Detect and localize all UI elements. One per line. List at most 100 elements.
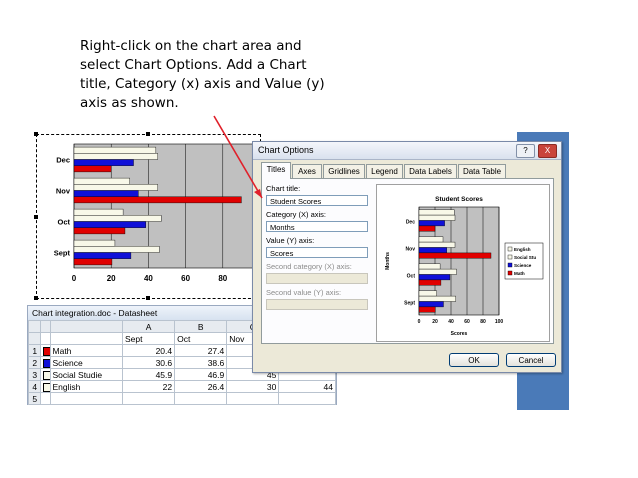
bar [418, 306, 436, 313]
data-cell[interactable]: 46.9 [174, 368, 228, 381]
legend-swatch [507, 270, 513, 276]
legend-entry: Social Stu [514, 255, 536, 260]
series-swatch-icon [43, 346, 50, 356]
data-cell[interactable]: 44 [278, 380, 336, 393]
value-axis-label: Value (Y) axis: [266, 236, 315, 245]
ok-button[interactable]: OK [449, 353, 499, 367]
data-cell[interactable] [226, 392, 280, 405]
bar [418, 263, 441, 270]
x-tick-label: 60 [181, 274, 190, 283]
bar [418, 295, 456, 302]
second-value-axis-input [266, 299, 368, 310]
row-number[interactable]: 3 [27, 368, 42, 381]
data-cell[interactable]: 30.6 [122, 356, 176, 369]
bar [418, 209, 455, 216]
bar [418, 268, 457, 275]
data-cell[interactable] [174, 392, 228, 405]
table-row: 4 English 22 26.4 30 44 [27, 380, 336, 393]
x-axis-title: Scores [451, 331, 468, 337]
row-name[interactable]: Science [49, 356, 124, 369]
tab-titles[interactable]: Titles [261, 162, 291, 179]
document-chart[interactable]: 020406080100SeptOctNovDec [36, 134, 262, 299]
data-cell[interactable]: 27.4 [174, 344, 228, 357]
data-cell[interactable]: 45.9 [122, 368, 176, 381]
chart-preview-svg: 0 20 40 60 80 100 Sept Oct Nov Dec Student Scores S… [385, 196, 544, 337]
data-cell[interactable] [278, 392, 336, 405]
x-tick-label: 0 [72, 274, 77, 283]
bar [73, 239, 116, 247]
col-letter[interactable]: B [174, 320, 228, 333]
x-tick-label: 40 [144, 274, 153, 283]
second-category-axis-input [266, 273, 368, 284]
help-button[interactable]: ? [516, 144, 535, 158]
row-number[interactable]: 2 [27, 356, 42, 369]
bar [418, 290, 437, 297]
close-button[interactable]: X [538, 144, 557, 158]
x-tick-label: 20 [432, 319, 438, 325]
dialog-title-bar[interactable]: Chart Options ? X [253, 142, 561, 160]
data-cell[interactable] [122, 392, 176, 405]
chart-options-dialog[interactable]: Chart Options ? X Titles Axes Gridlines … [252, 141, 562, 373]
bar [73, 221, 146, 228]
series-swatch-icon [43, 370, 50, 380]
resize-handle[interactable] [34, 215, 38, 219]
bar [73, 153, 158, 160]
resize-handle[interactable] [34, 132, 38, 136]
chart-title-input[interactable]: Student Scores [266, 195, 368, 206]
y-axis-title: Months [385, 252, 391, 270]
bar [418, 220, 445, 227]
bar [73, 177, 130, 185]
data-cell[interactable]: 38.6 [174, 356, 228, 369]
instruction-text: Right-click on the chart area and select… [80, 38, 325, 111]
legend-swatch [507, 262, 513, 268]
bar [73, 252, 132, 259]
resize-handle[interactable] [146, 296, 150, 300]
data-cell[interactable]: 20.4 [122, 344, 176, 357]
category-label: Nov [406, 247, 416, 253]
bar [418, 241, 456, 248]
x-tick-label: 60 [464, 319, 470, 325]
bar [418, 236, 444, 243]
cancel-button[interactable]: Cancel [506, 353, 556, 367]
col-letter[interactable]: A [122, 320, 176, 333]
bar [73, 165, 112, 173]
bar [73, 215, 162, 222]
legend-entry: English [514, 247, 531, 252]
row-number[interactable]: 1 [27, 344, 42, 357]
value-axis-input[interactable]: Scores [266, 247, 368, 258]
tab-legend[interactable]: Legend [366, 164, 403, 178]
row-name[interactable]: English [49, 380, 124, 393]
tab-data-labels[interactable]: Data Labels [404, 164, 457, 178]
corner-cell[interactable] [27, 320, 42, 333]
bar [73, 196, 242, 204]
chart-title: Student Scores [435, 196, 483, 203]
resize-handle[interactable] [34, 296, 38, 300]
bar [418, 301, 444, 308]
row-number[interactable]: 4 [27, 380, 42, 393]
table-row: 5 [27, 392, 336, 405]
col-header[interactable]: Oct [174, 332, 228, 345]
second-value-axis-label: Second value (Y) axis: [266, 288, 342, 297]
second-category-axis-label: Second category (X) axis: [266, 262, 352, 271]
resize-handle[interactable] [146, 132, 150, 136]
data-cell[interactable]: 26.4 [174, 380, 228, 393]
data-cell[interactable]: 22 [122, 380, 176, 393]
bar [73, 227, 126, 235]
tab-data-table[interactable]: Data Table [458, 164, 506, 178]
row-name[interactable]: Math [49, 344, 124, 357]
tab-gridlines[interactable]: Gridlines [323, 164, 365, 178]
tab-axes[interactable]: Axes [292, 164, 322, 178]
row-name[interactable]: Social Studie [49, 368, 124, 381]
legend-entry: Science [514, 263, 532, 268]
row-name[interactable] [49, 392, 124, 405]
col-header[interactable]: Sept [122, 332, 176, 345]
x-tick-label: 80 [218, 274, 227, 283]
bar [418, 252, 492, 259]
legend-entry: Math [514, 271, 525, 276]
row-number[interactable]: 5 [27, 392, 42, 405]
category-axis-label: Category (X) axis: [266, 210, 327, 219]
series-swatch-icon [43, 358, 50, 368]
data-cell[interactable]: 30 [226, 380, 280, 393]
bar [418, 274, 451, 281]
category-axis-input[interactable]: Months [266, 221, 368, 232]
